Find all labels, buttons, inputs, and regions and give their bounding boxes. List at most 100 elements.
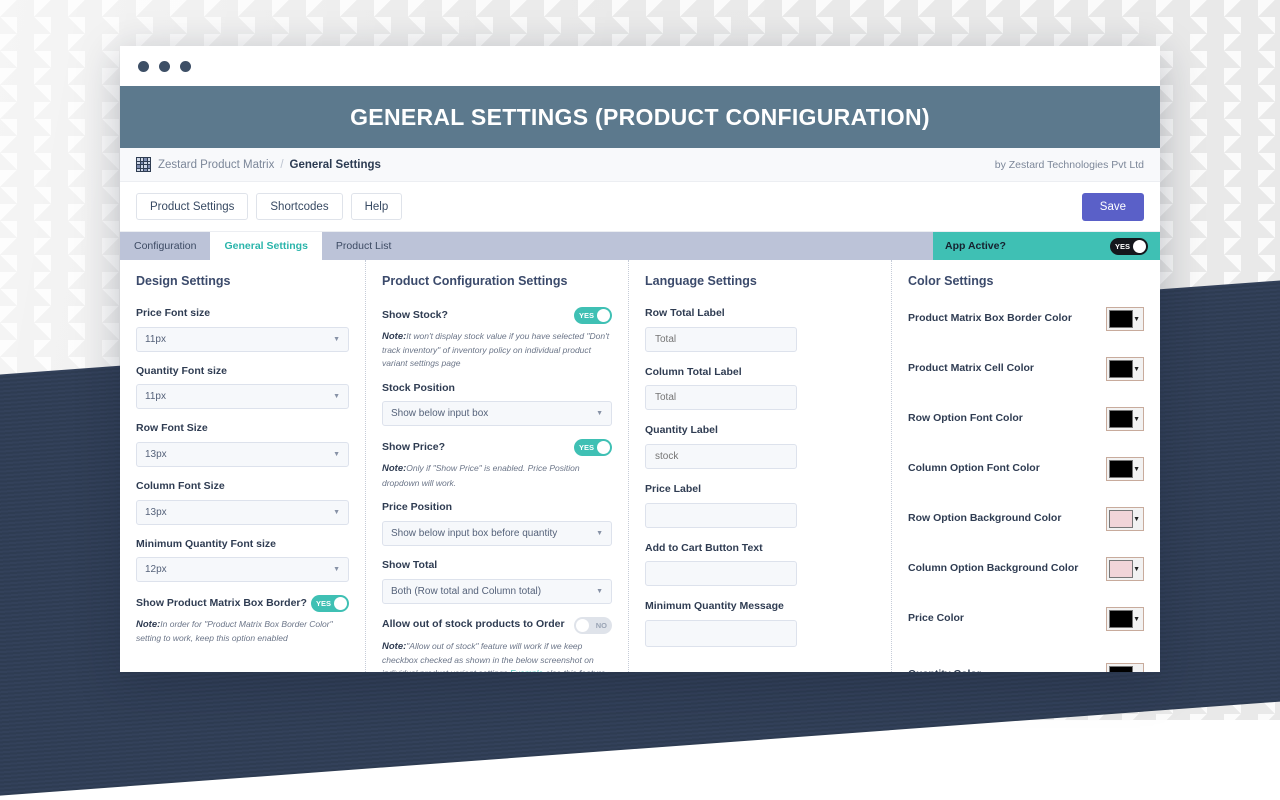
cell-color-label: Product Matrix Cell Color (908, 362, 1034, 376)
row-option-background-color-picker[interactable]: ▼ (1106, 507, 1144, 531)
color-settings-column: Color Settings Product Matrix Box Border… (891, 260, 1160, 672)
show-price-note: Note:Only if "Show Price" is enabled. Pr… (382, 462, 612, 489)
row-option-font-color-label: Row Option Font Color (908, 412, 1023, 426)
chevron-down-icon: ▼ (1133, 616, 1140, 623)
window-close-dot[interactable] (138, 61, 149, 72)
show-total-value: Both (Row total and Column total) (391, 586, 541, 597)
color-swatch (1109, 360, 1133, 378)
design-settings-title: Design Settings (136, 274, 349, 288)
column-font-size-select[interactable]: 13px ▼ (136, 500, 349, 525)
allow-out-of-stock-switch[interactable]: NO (574, 617, 612, 634)
row-font-size-select[interactable]: 13px ▼ (136, 442, 349, 467)
color-row: Quantity Color ▼ (908, 663, 1144, 672)
app-active-toggle-bar: App Active? YES (933, 232, 1160, 260)
quantity-color-label: Quantity Color (908, 668, 981, 672)
column-option-font-color-label: Column Option Font Color (908, 462, 1040, 476)
chevron-down-icon: ▼ (333, 393, 340, 400)
show-price-switch-text: YES (579, 443, 594, 452)
tab-general-settings[interactable]: General Settings (210, 232, 321, 260)
color-settings-title: Color Settings (908, 274, 1144, 288)
show-box-border-row: Show Product Matrix Box Border? YES (136, 595, 349, 612)
color-swatch (1109, 560, 1133, 578)
chevron-down-icon: ▼ (1133, 466, 1140, 473)
product-settings-button[interactable]: Product Settings (136, 193, 248, 220)
tab-configuration[interactable]: Configuration (120, 232, 210, 260)
show-box-border-switch-knob (334, 597, 347, 610)
language-settings-title: Language Settings (645, 274, 875, 288)
price-label-input[interactable] (645, 503, 797, 528)
price-font-size-select[interactable]: 11px ▼ (136, 327, 349, 352)
breadcrumb: Zestard Product Matrix / General Setting… (120, 148, 1160, 182)
show-box-border-label: Show Product Matrix Box Border? (136, 597, 307, 611)
stock-position-select[interactable]: Show below input box ▼ (382, 401, 612, 426)
color-swatch (1109, 610, 1133, 628)
show-stock-switch-knob (597, 309, 610, 322)
note-prefix: Note: (382, 641, 406, 652)
color-swatch (1109, 510, 1133, 528)
column-option-font-color-picker[interactable]: ▼ (1106, 457, 1144, 481)
quantity-label-input[interactable] (645, 444, 797, 469)
color-row: Column Option Font Color ▼ (908, 457, 1144, 481)
cell-color-picker[interactable]: ▼ (1106, 357, 1144, 381)
minimum-quantity-message-label: Minimum Quantity Message (645, 600, 875, 614)
allow-out-of-stock-switch-text: NO (596, 621, 607, 630)
quantity-font-size-select[interactable]: 11px ▼ (136, 384, 349, 409)
box-border-color-label: Product Matrix Box Border Color (908, 312, 1072, 326)
price-color-picker[interactable]: ▼ (1106, 607, 1144, 631)
minimum-quantity-message-input[interactable] (645, 620, 797, 647)
save-button[interactable]: Save (1082, 193, 1144, 221)
chevron-down-icon: ▼ (1133, 416, 1140, 423)
show-price-switch[interactable]: YES (574, 439, 612, 456)
color-swatch (1109, 460, 1133, 478)
page-title: GENERAL SETTINGS (PRODUCT CONFIGURATION) (350, 104, 930, 131)
note-prefix: Note: (382, 463, 406, 474)
chevron-down-icon: ▼ (1133, 566, 1140, 573)
add-to-cart-button-text-label: Add to Cart Button Text (645, 542, 875, 556)
column-total-label-label: Column Total Label (645, 366, 875, 380)
show-total-select[interactable]: Both (Row total and Column total) ▼ (382, 579, 612, 604)
quantity-font-size-value: 11px (145, 391, 166, 402)
tab-product-list[interactable]: Product List (322, 232, 405, 260)
company-byline: by Zestard Technologies Pvt Ltd (995, 159, 1144, 171)
column-font-size-value: 13px (145, 507, 167, 518)
column-option-background-color-picker[interactable]: ▼ (1106, 557, 1144, 581)
color-row: Row Option Background Color ▼ (908, 507, 1144, 531)
window-maximize-dot[interactable] (180, 61, 191, 72)
column-total-label-input[interactable] (645, 385, 797, 410)
minimum-quantity-font-size-value: 12px (145, 564, 167, 575)
show-stock-switch-text: YES (579, 311, 594, 320)
product-configuration-column: Product Configuration Settings Show Stoc… (365, 260, 628, 672)
window-minimize-dot[interactable] (159, 61, 170, 72)
row-option-background-color-label: Row Option Background Color (908, 512, 1061, 526)
tab-bar-filler (405, 232, 933, 260)
row-option-font-color-picker[interactable]: ▼ (1106, 407, 1144, 431)
chevron-down-icon: ▼ (596, 410, 603, 417)
shortcodes-button[interactable]: Shortcodes (256, 193, 342, 220)
allow-out-of-stock-row: Allow out of stock products to Order NO (382, 617, 612, 634)
show-stock-switch[interactable]: YES (574, 307, 612, 324)
chevron-down-icon: ▼ (596, 588, 603, 595)
row-font-size-label: Row Font Size (136, 422, 349, 436)
quantity-color-picker[interactable]: ▼ (1106, 663, 1144, 672)
show-box-border-switch-text: YES (316, 599, 331, 608)
box-border-color-picker[interactable]: ▼ (1106, 307, 1144, 331)
minimum-quantity-font-size-select[interactable]: 12px ▼ (136, 557, 349, 582)
breadcrumb-app-name[interactable]: Zestard Product Matrix (158, 159, 274, 171)
price-position-select[interactable]: Show below input box before quantity ▼ (382, 521, 612, 546)
example-link[interactable]: Example (510, 668, 543, 672)
chevron-down-icon: ▼ (1133, 316, 1140, 323)
show-box-border-switch[interactable]: YES (311, 595, 349, 612)
price-font-size-label: Price Font size (136, 307, 349, 321)
row-total-label-input[interactable] (645, 327, 797, 352)
stock-position-label: Stock Position (382, 382, 612, 396)
app-active-switch-knob (1133, 240, 1146, 253)
note-text: In order for "Product Matrix Box Border … (136, 619, 333, 643)
stock-position-value: Show below input box (391, 408, 488, 419)
breadcrumb-current: General Settings (290, 159, 381, 171)
app-active-switch[interactable]: YES (1110, 238, 1148, 255)
add-to-cart-button-text-input[interactable] (645, 561, 797, 586)
price-label-label: Price Label (645, 483, 875, 497)
help-button[interactable]: Help (351, 193, 403, 220)
language-settings-column: Language Settings Row Total Label Column… (628, 260, 891, 672)
app-active-label: App Active? (945, 240, 1006, 252)
